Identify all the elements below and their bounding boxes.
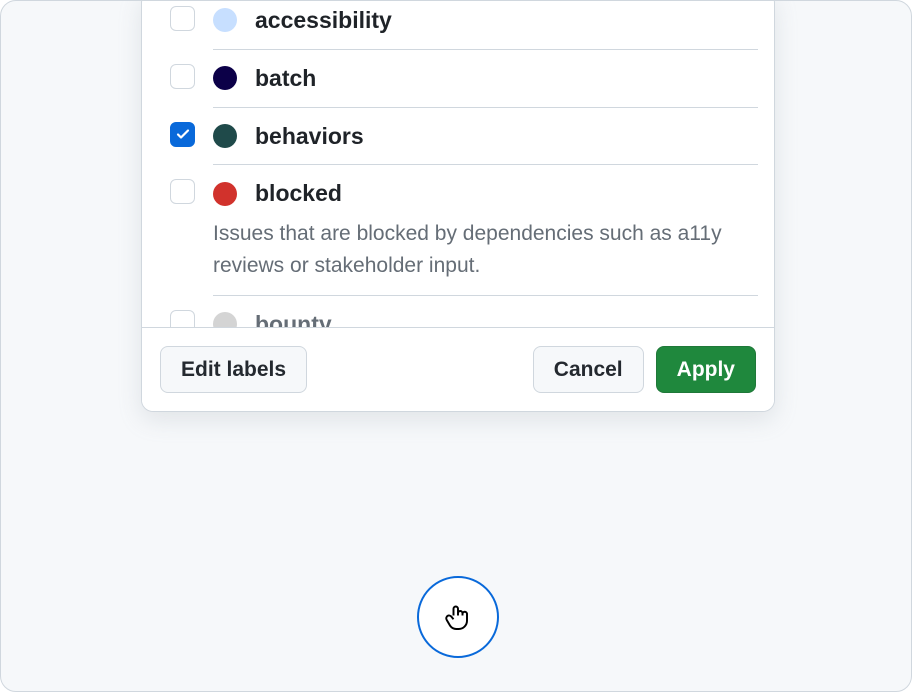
label-name: bounty [255, 310, 332, 327]
label-item[interactable]: bounty [170, 296, 758, 327]
label-name: blocked [255, 179, 342, 208]
label-color-dot [213, 124, 237, 148]
label-checkbox[interactable] [170, 6, 195, 31]
label-content: blocked Issues that are blocked by depen… [213, 179, 758, 296]
label-item[interactable]: accessibility [170, 0, 758, 50]
edit-labels-button[interactable]: Edit labels [160, 346, 307, 393]
label-content: behaviors [213, 122, 758, 166]
label-checkbox[interactable] [170, 122, 195, 147]
label-name: batch [255, 64, 316, 93]
label-name: behaviors [255, 122, 364, 151]
label-color-dot [213, 182, 237, 206]
label-description: Issues that are blocked by dependencies … [213, 218, 758, 281]
label-checkbox[interactable] [170, 179, 195, 204]
dropdown-footer: Edit labels Cancel Apply [142, 327, 774, 411]
label-content: bounty [213, 310, 758, 327]
label-name: accessibility [255, 6, 392, 35]
footer-actions: Cancel Apply [533, 346, 756, 393]
label-item[interactable]: blocked Issues that are blocked by depen… [170, 165, 758, 296]
label-content: batch [213, 64, 758, 108]
label-list: accessibility batch [142, 0, 774, 327]
label-checkbox[interactable] [170, 310, 195, 327]
labels-dropdown-panel: accessibility batch [141, 0, 775, 412]
label-item[interactable]: batch [170, 50, 758, 108]
check-icon [175, 126, 191, 142]
label-checkbox[interactable] [170, 64, 195, 89]
label-color-dot [213, 8, 237, 32]
label-color-dot [213, 312, 237, 326]
page-background: accessibility batch [0, 0, 912, 692]
cancel-button[interactable]: Cancel [533, 346, 644, 393]
label-content: accessibility [213, 6, 758, 50]
label-color-dot [213, 66, 237, 90]
pointer-hand-icon [440, 599, 476, 635]
pointer-cursor-badge [417, 576, 499, 658]
apply-button[interactable]: Apply [656, 346, 756, 393]
label-item[interactable]: behaviors [170, 108, 758, 166]
